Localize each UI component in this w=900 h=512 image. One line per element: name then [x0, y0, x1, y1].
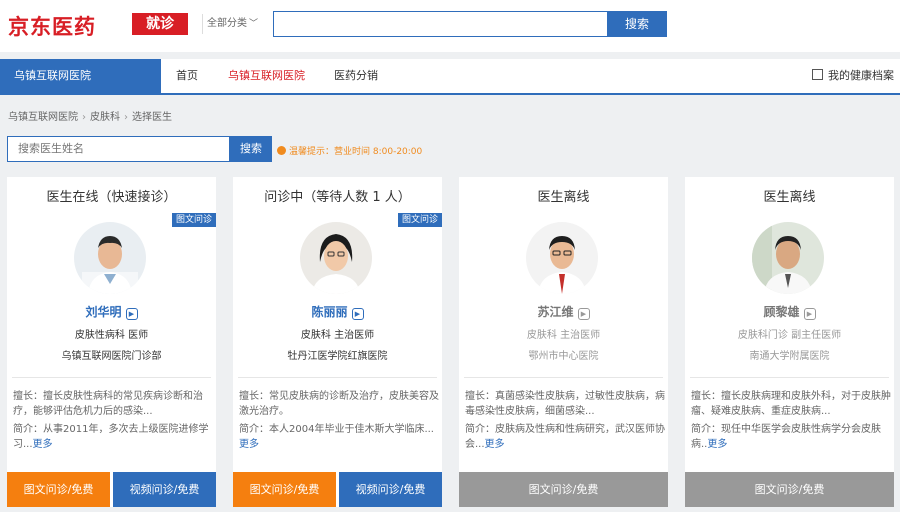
health-record-label: 我的健康档案	[828, 69, 894, 82]
profile-icon	[812, 69, 823, 80]
nav-home[interactable]: 首页	[176, 59, 198, 93]
site-logo[interactable]: 京东医药	[8, 11, 96, 41]
doctor-card: 问诊中（等待人数 1 人） 图文问诊 陈丽丽 ▶ 皮肤科 主治医师 牡丹江医学院红…	[233, 177, 442, 507]
video-available-icon: ▶	[351, 308, 364, 320]
breadcrumb-current: 选择医生	[132, 112, 172, 123]
breadcrumb-hospital[interactable]: 乌镇互联网医院	[8, 112, 78, 123]
doctor-intro: 简介：现任中华医学会皮肤性病学分会皮肤病..更多	[691, 422, 891, 452]
doctor-hospital: 牡丹江医学院红旗医院	[287, 351, 388, 362]
intro-label: 简介：	[691, 424, 721, 435]
doctor-intro: 简介：皮肤病及性病和性病研究，武汉医师协会...更多	[465, 422, 665, 452]
text-consult-button-disabled[interactable]: 图文问诊/免费	[459, 472, 668, 507]
doctor-name-text: 苏江维	[537, 305, 574, 319]
doctor-name-text: 刘华明	[85, 305, 122, 319]
doctor-name[interactable]: 陈丽丽 ▶	[233, 303, 442, 320]
doctor-specialty: 擅长：擅长皮肤性病科的常见疾病诊断和治疗，能够评估危机力后的感染...	[13, 389, 213, 419]
doctor-status: 问诊中（等待人数 1 人）	[264, 190, 411, 205]
consult-type-tag: 图文问诊	[397, 213, 442, 227]
text-consult-button[interactable]: 图文问诊/免费	[7, 472, 110, 507]
specialty-text: 真菌感染性皮肤病，过敏性皮肤病，病毒感染性皮肤病，细菌感染...	[465, 391, 665, 417]
doctor-hospital: 鄂州市中心医院	[528, 351, 599, 362]
doctor-search-button[interactable]: 搜索	[230, 136, 272, 162]
doctor-name-text: 陈丽丽	[311, 305, 348, 319]
main-nav: 乌镇互联网医院 首页 乌镇互联网医院 医药分销 我的健康档案	[0, 59, 900, 95]
more-link[interactable]: 更多	[485, 439, 505, 450]
doctor-intro: 简介：从事2011年，多次去上级医院进修学习...更多	[13, 422, 213, 452]
video-unavailable-icon: ▶	[803, 308, 816, 320]
doctor-name[interactable]: 顾黎雄 ▶	[685, 303, 894, 320]
specialty-text: 擅长皮肤病理和皮肤外科，对于皮肤肿瘤、疑难皮肤病、重症皮肤病...	[691, 391, 891, 417]
notice-text: 温馨提示：营业时间 8:00-20:00	[289, 147, 423, 157]
more-link[interactable]: 更多	[33, 439, 53, 450]
main-search-button[interactable]: 搜索	[607, 11, 667, 37]
text-consult-button-disabled[interactable]: 图文问诊/免费	[685, 472, 894, 507]
intro-text: 本人2004年毕业于佳木斯大学临床...	[269, 424, 434, 435]
doctor-hospital: 乌镇互联网医院门诊部	[61, 351, 162, 362]
specialty-label: 擅长：	[13, 391, 43, 402]
health-record-link[interactable]: 我的健康档案	[812, 59, 894, 93]
doctor-avatar[interactable]	[526, 222, 598, 294]
category-dropdown[interactable]: 全部分类 ﹀	[202, 14, 258, 34]
doctor-title: 皮肤科 主治医师	[526, 330, 601, 341]
video-unavailable-icon: ▶	[577, 308, 590, 320]
chevron-down-icon: ﹀	[249, 19, 259, 29]
video-consult-button[interactable]: 视频问诊/免费	[339, 472, 442, 507]
doctor-avatar[interactable]	[752, 222, 824, 294]
text-consult-button[interactable]: 图文问诊/免费	[233, 472, 336, 507]
doctor-search-input[interactable]	[7, 136, 230, 162]
doctor-name[interactable]: 苏江维 ▶	[459, 303, 668, 320]
nav-distribution[interactable]: 医药分销	[334, 59, 378, 93]
video-available-icon: ▶	[125, 308, 138, 320]
doctor-title: 皮肤科 主治医师	[300, 330, 375, 341]
nav-hospital-active[interactable]: 乌镇互联网医院	[0, 59, 161, 93]
doctor-card: 医生离线 苏江维 ▶ 皮肤科 主治医师 鄂州市中心医院 擅长：真菌感染性皮肤病，过…	[459, 177, 668, 507]
card-divider	[464, 377, 663, 378]
doctor-title: 皮肤性病科 医师	[74, 330, 149, 341]
doctor-name[interactable]: 刘华明 ▶	[7, 303, 216, 320]
specialty-label: 擅长：	[691, 391, 721, 402]
doctor-intro: 简介：本人2004年毕业于佳木斯大学临床... 更多	[239, 422, 439, 452]
logo-badge: 就诊	[132, 13, 188, 35]
doctor-specialty: 擅长：擅长皮肤病理和皮肤外科，对于皮肤肿瘤、疑难皮肤病、重症皮肤病...	[691, 389, 891, 419]
top-header: 京东医药 就诊 全部分类 ﹀ 搜索	[0, 0, 900, 52]
doctor-title: 皮肤科门诊 副主任医师	[737, 330, 842, 341]
doctor-status: 医生离线	[763, 190, 816, 205]
more-link[interactable]: 更多	[239, 439, 259, 450]
doctor-status: 医生在线（快速接诊）	[46, 190, 177, 205]
main-search-input[interactable]	[273, 11, 608, 37]
doctor-specialty: 擅长：真菌感染性皮肤病，过敏性皮肤病，病毒感染性皮肤病，细菌感染...	[465, 389, 665, 419]
breadcrumb-dept[interactable]: 皮肤科	[90, 112, 120, 123]
specialty-label: 擅长：	[239, 391, 269, 402]
doctor-name-text: 顾黎雄	[763, 305, 800, 319]
card-divider	[238, 377, 437, 378]
video-consult-button[interactable]: 视频问诊/免费	[113, 472, 216, 507]
nav-hospital[interactable]: 乌镇互联网医院	[228, 59, 305, 93]
intro-label: 简介：	[239, 424, 269, 435]
doctor-card: 医生离线 顾黎雄 ▶ 皮肤科门诊 副主任医师 南通大学附属医院 擅长：擅长皮肤病理…	[685, 177, 894, 507]
breadcrumb: 乌镇互联网医院 › 皮肤科 › 选择医生	[8, 108, 172, 123]
business-hours-notice: 温馨提示：营业时间 8:00-20:00	[277, 144, 422, 157]
category-label: 全部分类	[207, 18, 247, 29]
notice-dot-icon	[277, 146, 286, 155]
more-link[interactable]: 更多	[707, 439, 727, 450]
doctor-avatar[interactable]	[74, 222, 146, 294]
doctor-avatar[interactable]	[300, 222, 372, 294]
specialty-label: 擅长：	[465, 391, 495, 402]
doctor-specialty: 擅长：常见皮肤病的诊断及治疗，皮肤美容及激光治疗。	[239, 389, 439, 419]
consult-type-tag: 图文问诊	[171, 213, 216, 227]
card-divider	[690, 377, 889, 378]
breadcrumb-separator: ›	[124, 112, 128, 123]
intro-label: 简介：	[13, 424, 43, 435]
card-divider	[12, 377, 211, 378]
intro-label: 简介：	[465, 424, 495, 435]
doctor-hospital: 南通大学附属医院	[749, 351, 830, 362]
doctor-status: 医生离线	[537, 190, 590, 205]
breadcrumb-separator: ›	[82, 112, 86, 123]
doctor-card: 医生在线（快速接诊） 图文问诊 刘华明 ▶ 皮肤性病科 医师 乌镇互联网医院门诊部…	[7, 177, 216, 507]
specialty-text: 常见皮肤病的诊断及治疗，皮肤美容及激光治疗。	[239, 391, 439, 417]
